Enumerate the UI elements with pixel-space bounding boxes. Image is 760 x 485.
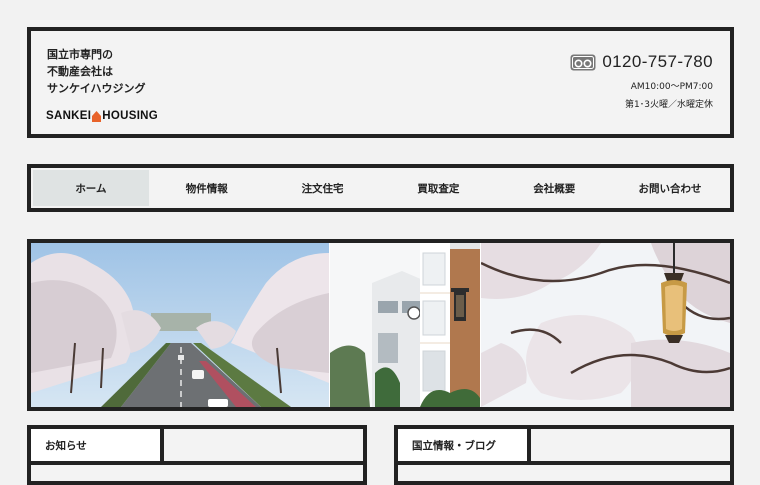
hero-image-building bbox=[330, 243, 480, 407]
nav-properties[interactable]: 物件情報 bbox=[149, 170, 265, 206]
contact-info: 0120-757-780 AM10:00～PM7:00 第1･3火曜／水曜定休 bbox=[570, 52, 713, 110]
logo-text-left: SANKEI bbox=[46, 110, 92, 122]
phone-number[interactable]: 0120-757-780 bbox=[602, 52, 713, 72]
house-icon bbox=[92, 110, 102, 122]
site-logo[interactable]: SANKEI HOUSING bbox=[46, 110, 158, 122]
site-tagline: 国立市専門の 不動産会社は サンケイハウジング bbox=[47, 46, 146, 97]
nav-purchase-appraisal[interactable]: 買取査定 bbox=[380, 170, 496, 206]
closed-days: 第1･3火曜／水曜定休 bbox=[625, 100, 713, 110]
site-header: 国立市専門の 不動産会社は サンケイハウジング SANKEI HOUSING 0… bbox=[27, 27, 734, 138]
tagline-line-3: サンケイハウジング bbox=[47, 82, 146, 95]
nav-home[interactable]: ホーム bbox=[33, 170, 149, 206]
main-nav: ホーム 物件情報 注文住宅 買取査定 会社概要 お問い合わせ bbox=[27, 164, 734, 212]
tagline-line-2: 不動産会社は bbox=[47, 65, 113, 78]
logo-text-right: HOUSING bbox=[102, 110, 159, 122]
news-title: お知らせ bbox=[27, 425, 164, 465]
hero-banner bbox=[27, 239, 734, 411]
news-section: お知らせ bbox=[27, 425, 367, 485]
business-hours: AM10:00～PM7:00 bbox=[630, 82, 713, 92]
nav-contact[interactable]: お問い合わせ bbox=[612, 170, 728, 206]
tagline-line-1: 国立市専門の bbox=[47, 48, 113, 61]
blog-title: 国立情報・ブログ bbox=[394, 425, 531, 465]
hero-image-street-lamp bbox=[481, 243, 730, 407]
nav-custom-homes[interactable]: 注文住宅 bbox=[265, 170, 381, 206]
hero-image-cherry-avenue bbox=[31, 243, 329, 407]
blog-section: 国立情報・ブログ bbox=[394, 425, 734, 485]
freedial-icon bbox=[570, 54, 596, 71]
nav-company[interactable]: 会社概要 bbox=[496, 170, 612, 206]
